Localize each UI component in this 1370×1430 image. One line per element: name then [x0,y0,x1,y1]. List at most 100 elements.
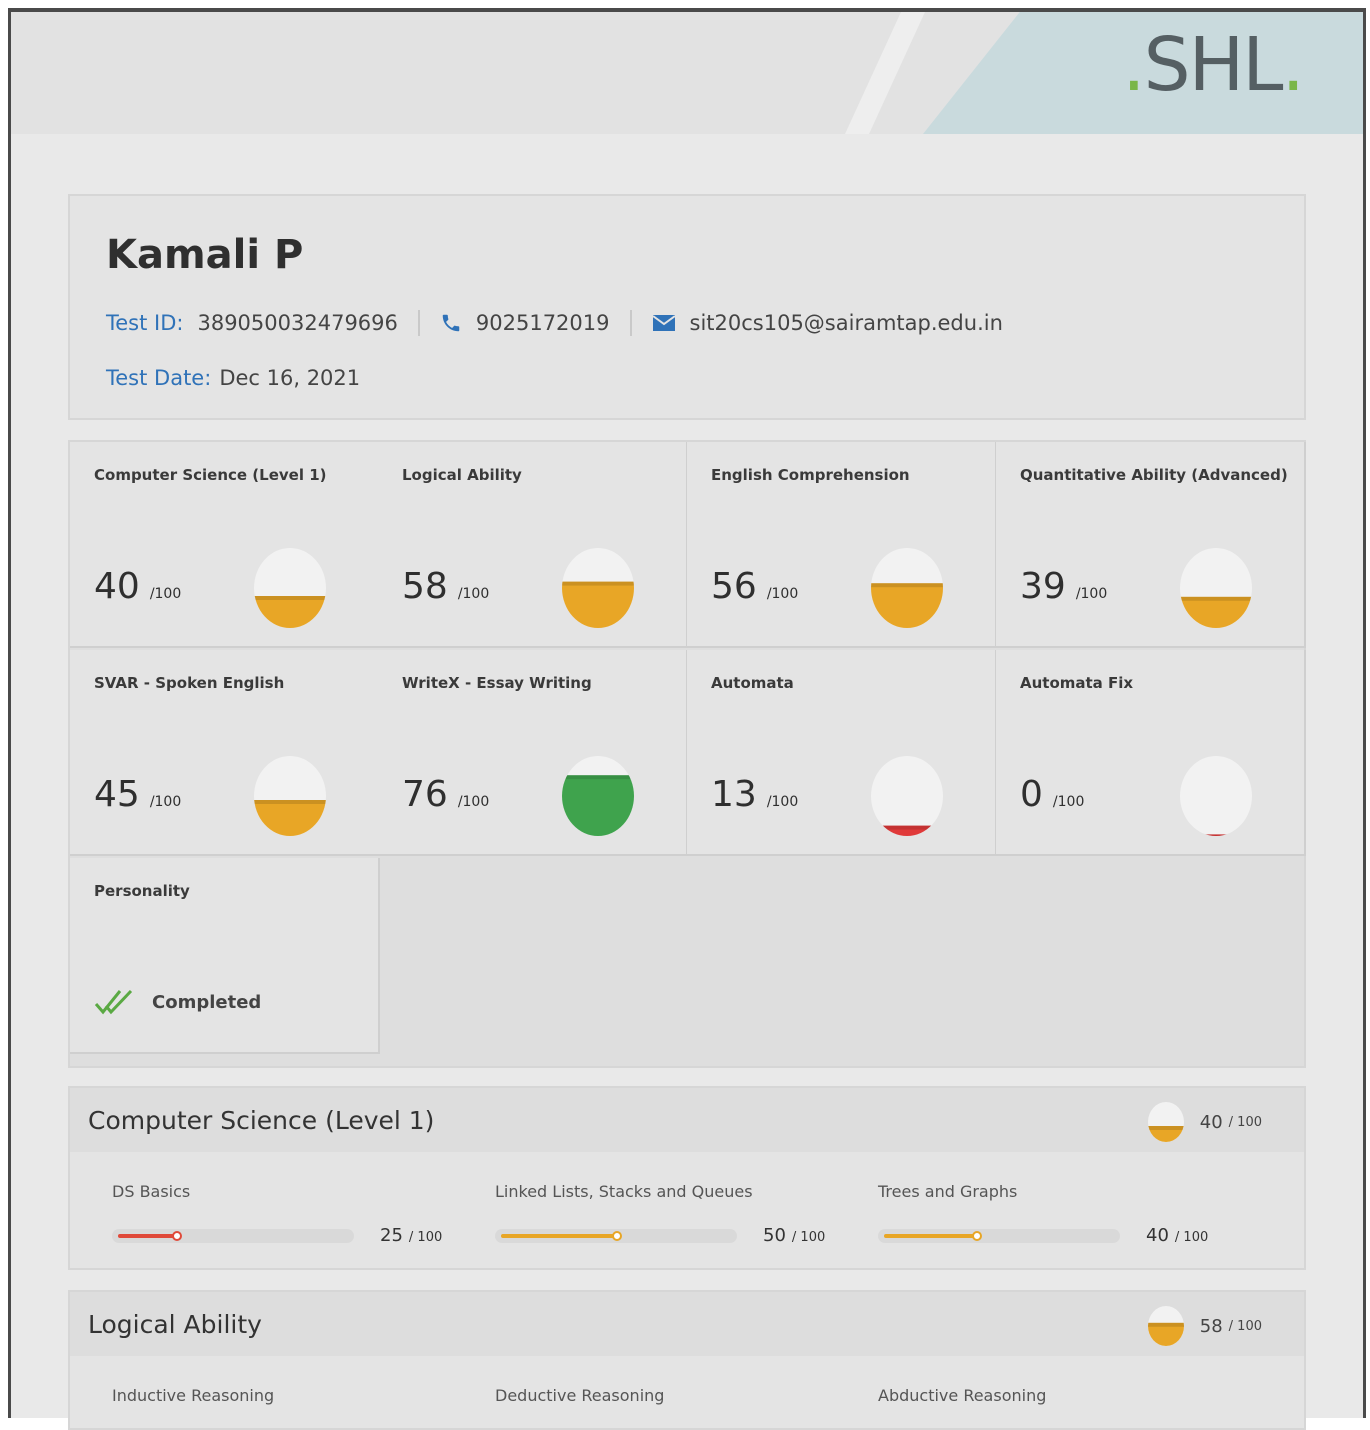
tile-title: Personality [94,882,190,900]
progress-knob [172,1230,182,1241]
completed-label: Completed [152,991,262,1013]
score-tiles-grid: Computer Science (Level 1) 40/100 Logical … [68,440,1306,1068]
test-id-value: 389050032479696 [197,311,398,335]
subsection-label: Abductive Reasoning [878,1386,1047,1405]
subsection-score: 50 / 100 [763,1225,825,1246]
shl-logo: . SHL. [1122,22,1305,108]
section-score: 40 / 100 [1147,1102,1262,1142]
score-tile[interactable]: SVAR - Spoken English 45/100 [70,650,380,856]
subsection-item: DS Basics 25 / 100 [70,1182,453,1246]
section-header[interactable]: Logical Ability 58 / 100 [70,1292,1304,1356]
section-header[interactable]: Computer Science (Level 1) 40 / 100 [70,1088,1304,1152]
section-computer-science: Computer Science (Level 1) 40 / 100 DS B… [68,1086,1306,1270]
tile-score-denominator: /100 [457,586,490,602]
tile-score-value: 45 [94,774,140,815]
score-progress-bar [878,1228,1120,1243]
progress-fill [884,1233,976,1238]
subsection-label: Linked Lists, Stacks and Queues [495,1182,753,1201]
section-title: Computer Science (Level 1) [88,1106,435,1135]
score-tile[interactable]: Logical Ability 58/100 [378,442,688,648]
tile-score-denominator: /100 [1052,794,1085,810]
section-title: Logical Ability [88,1310,262,1339]
score-tile[interactable]: Automata Fix 0/100 [996,650,1306,856]
gauge-fill [562,775,634,836]
score-gauge-icon [1147,1102,1184,1142]
subsection-item: Linked Lists, Stacks and Queues 50 / 100 [453,1182,836,1246]
completed-status: Completed [94,988,261,1016]
section-score-denominator: / 100 [1228,1114,1262,1130]
test-id-label: Test ID: [106,311,184,335]
subsection-item: Abductive Reasoning [836,1386,1219,1405]
gauge-fill [1180,596,1252,628]
tile-title: Automata [711,674,794,692]
score-gauge [562,548,634,628]
tile-score-value: 58 [402,566,448,607]
score-tile[interactable]: Automata 13/100 [687,650,997,856]
candidate-profile-card: Kamali P Test ID: 389050032479696 902517… [68,194,1306,420]
progress-knob [972,1230,982,1241]
section-logical-ability: Logical Ability 58 / 100 Inductive Reaso… [68,1290,1306,1430]
tile-title: Logical Ability [402,466,522,484]
subsection-score-denominator: / 100 [408,1230,443,1245]
subsection-score-denominator: / 100 [1174,1230,1209,1245]
tile-score: 45/100 [94,774,181,815]
phone-number: 9025172019 [475,311,610,335]
tile-score-denominator: /100 [149,794,182,810]
subsection-item: Deductive Reasoning [453,1386,836,1405]
tile-score: 56/100 [711,566,798,607]
test-date-value: Dec 16, 2021 [219,366,361,390]
score-gauge-icon [1147,1306,1184,1346]
tile-score: 58/100 [402,566,489,607]
tile-score: 76/100 [402,774,489,815]
section-score-value: 58 [1199,1315,1223,1337]
subsection-label: Trees and Graphs [878,1182,1018,1201]
subsection-score-row: 40 / 100 [878,1225,1219,1246]
double-check-icon [94,988,134,1016]
score-gauge [1180,548,1252,628]
score-gauge [254,548,326,628]
tile-score: 39/100 [1020,566,1107,607]
tile-title: Computer Science (Level 1) [94,466,327,484]
score-tile[interactable]: Quantitative Ability (Advanced) 39/100 [996,442,1306,648]
tile-score-value: 13 [711,774,757,815]
subsection-score: 25 / 100 [380,1225,442,1246]
progress-knob [612,1230,622,1241]
subsection-item: Inductive Reasoning [70,1386,453,1405]
tile-score: 40/100 [94,566,181,607]
tile-score-value: 40 [94,566,140,607]
test-date-row: Test Date: Dec 16, 2021 [106,366,360,390]
subsection-score-row: 25 / 100 [112,1225,453,1246]
tile-score-value: 0 [1020,774,1043,815]
tile-score-denominator: /100 [1075,586,1108,602]
gauge-fill [562,581,634,628]
score-tile[interactable]: WriteX - Essay Writing 76/100 [378,650,688,856]
subsection-score-value: 50 [763,1225,786,1246]
tile-score-value: 76 [402,774,448,815]
score-tile[interactable]: Computer Science (Level 1) 40/100 [70,442,380,648]
subsection-score-value: 40 [1146,1225,1169,1246]
tile-title: SVAR - Spoken English [94,674,285,692]
divider [629,310,632,336]
score-gauge [1180,756,1252,836]
score-tile-personality[interactable]: Personality Completed [70,858,380,1054]
section-score: 58 / 100 [1147,1306,1262,1346]
subsection-score-row: 50 / 100 [495,1225,836,1246]
envelope-icon [651,313,676,333]
tile-score: 13/100 [711,774,798,815]
tile-score: 0/100 [1020,774,1084,815]
gauge-fill [871,583,943,628]
divider [417,310,420,336]
score-progress-bar [112,1228,354,1243]
email-address[interactable]: sit20cs105@sairamtap.edu.in [690,311,1003,335]
tile-score-denominator: /100 [766,794,799,810]
score-gauge [871,548,943,628]
tile-title: Automata Fix [1020,674,1134,692]
subsection-label: DS Basics [112,1182,191,1201]
score-tile[interactable]: English Comprehension 56/100 [687,442,997,648]
section-score-value: 40 [1199,1111,1223,1133]
subsection-label: Deductive Reasoning [495,1386,665,1405]
subsection-item: Trees and Graphs 40 / 100 [836,1182,1219,1246]
subsection-label: Inductive Reasoning [112,1386,275,1405]
tile-title: English Comprehension [711,466,910,484]
subsection-score: 40 / 100 [1146,1225,1208,1246]
